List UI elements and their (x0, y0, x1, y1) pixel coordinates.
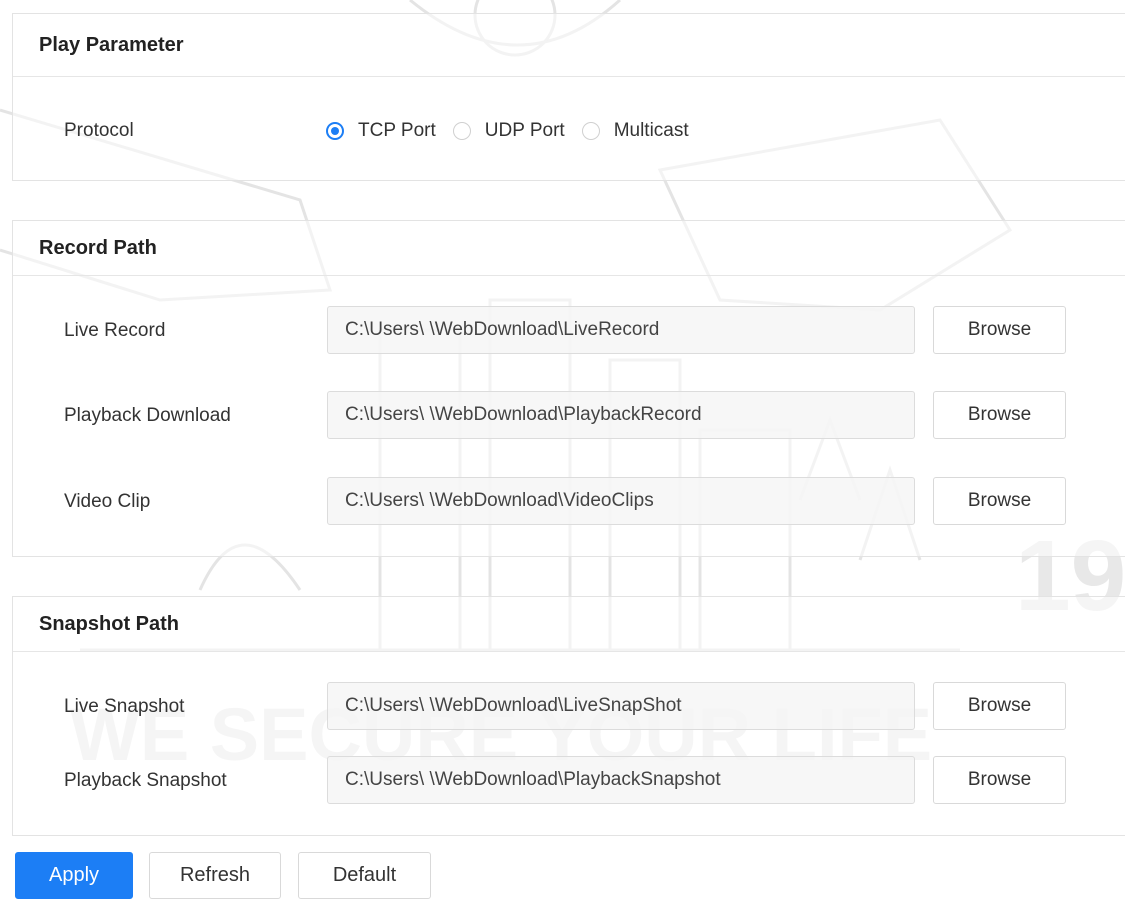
live-record-path-field[interactable]: C:\Users\ \WebDownload\LiveRecord (327, 306, 915, 354)
snapshot-path-section: Snapshot Path Live Snapshot C:\Users\ \W… (12, 596, 1125, 836)
snapshot-path-title: Snapshot Path (13, 597, 1125, 652)
play-parameter-section: Play Parameter Protocol TCP Port UDP Por… (12, 13, 1125, 181)
playback-snapshot-browse-button[interactable]: Browse (933, 756, 1066, 804)
protocol-radio-group: TCP Port UDP Port Multicast (326, 106, 706, 156)
path-row-label: Video Clip (64, 491, 151, 512)
path-row-video-clip: Video Clip C:\Users\ \WebDownload\VideoC… (13, 477, 1125, 527)
radio-label-tcp: TCP Port (358, 120, 436, 141)
record-path-section: Record Path Live Record C:\Users\ \WebDo… (12, 220, 1125, 557)
refresh-button[interactable]: Refresh (149, 852, 281, 899)
live-snapshot-browse-button[interactable]: Browse (933, 682, 1066, 730)
apply-button[interactable]: Apply (15, 852, 133, 899)
playback-snapshot-path-field[interactable]: C:\Users\ \WebDownload\PlaybackSnapshot (327, 756, 915, 804)
radio-unchecked-icon[interactable] (452, 122, 471, 140)
default-button[interactable]: Default (298, 852, 431, 899)
playback-download-browse-button[interactable]: Browse (933, 391, 1066, 439)
play-parameter-title: Play Parameter (13, 14, 1125, 77)
video-clip-browse-button[interactable]: Browse (933, 477, 1066, 525)
path-row-label: Live Snapshot (64, 696, 185, 717)
path-row-playback-snapshot: Playback Snapshot C:\Users\ \WebDownload… (13, 756, 1125, 806)
path-row-label: Live Record (64, 320, 166, 341)
live-snapshot-path-field[interactable]: C:\Users\ \WebDownload\LiveSnapShot (327, 682, 915, 730)
path-row-live-record: Live Record C:\Users\ \WebDownload\LiveR… (13, 306, 1125, 356)
protocol-label: Protocol (64, 120, 134, 141)
radio-udp-port[interactable]: UDP Port (452, 120, 565, 142)
record-path-title: Record Path (13, 221, 1125, 276)
radio-multicast[interactable]: Multicast (581, 120, 689, 142)
radio-label-multicast: Multicast (613, 120, 689, 141)
radio-label-udp: UDP Port (484, 120, 565, 141)
playback-download-path-field[interactable]: C:\Users\ \WebDownload\PlaybackRecord (327, 391, 915, 439)
path-row-label: Playback Snapshot (64, 770, 227, 791)
live-record-browse-button[interactable]: Browse (933, 306, 1066, 354)
radio-checked-icon[interactable] (326, 122, 344, 140)
path-row-live-snapshot: Live Snapshot C:\Users\ \WebDownload\Liv… (13, 682, 1125, 732)
radio-unchecked-icon[interactable] (581, 122, 600, 140)
path-row-playback-download: Playback Download C:\Users\ \WebDownload… (13, 391, 1125, 441)
video-clip-path-field[interactable]: C:\Users\ \WebDownload\VideoClips (327, 477, 915, 525)
path-row-label: Playback Download (64, 405, 231, 426)
radio-tcp-port[interactable]: TCP Port (326, 120, 436, 142)
protocol-row: Protocol TCP Port UDP Port Multicast (13, 106, 1125, 156)
